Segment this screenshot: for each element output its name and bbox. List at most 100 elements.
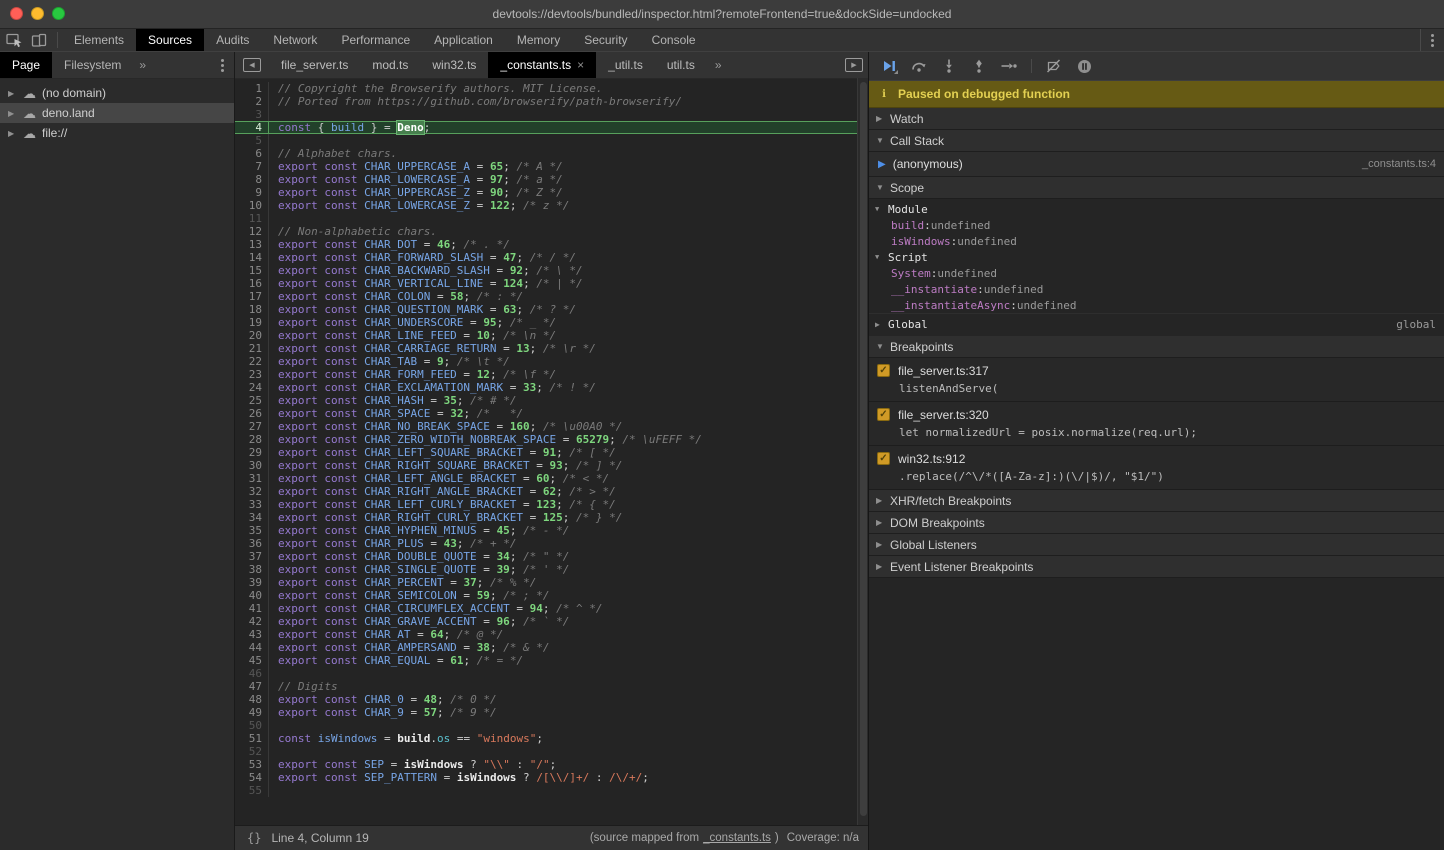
tab-application[interactable]: Application bbox=[422, 29, 505, 51]
breakpoint-location-row[interactable]: ✓file_server.ts:320 bbox=[869, 405, 1444, 424]
frame-location[interactable]: _constants.ts:4 bbox=[1362, 158, 1436, 170]
tree-item-deno-land[interactable]: ▶☁deno.land bbox=[0, 103, 234, 123]
gutter-line-number[interactable]: 9 bbox=[235, 186, 269, 199]
section-event-listener-breakpoints[interactable]: ▶Event Listener Breakpoints bbox=[869, 556, 1444, 578]
tree-item--no-domain-[interactable]: ▶☁(no domain) bbox=[0, 83, 234, 103]
scope-group-module[interactable]: ▼Module bbox=[869, 201, 1444, 217]
step-out-button[interactable] bbox=[969, 58, 989, 74]
step-over-button[interactable] bbox=[909, 58, 929, 74]
gutter-line-number[interactable]: 42 bbox=[235, 615, 269, 628]
gutter-line-number[interactable]: 3 bbox=[235, 108, 269, 121]
scope-property[interactable]: __instantiateAsync: undefined bbox=[869, 297, 1444, 313]
scope-property[interactable]: isWindows: undefined bbox=[869, 233, 1444, 249]
gutter-line-number[interactable]: 37 bbox=[235, 550, 269, 563]
close-tab-icon[interactable]: × bbox=[577, 58, 584, 72]
gutter-line-number[interactable]: 15 bbox=[235, 264, 269, 277]
gutter-line-number[interactable]: 45 bbox=[235, 654, 269, 667]
gutter-line-number[interactable]: 17 bbox=[235, 290, 269, 303]
tab-elements[interactable]: Elements bbox=[62, 29, 136, 51]
gutter-line-number[interactable]: 26 bbox=[235, 407, 269, 420]
gutter-line-number[interactable]: 46 bbox=[235, 667, 269, 680]
scope-group-global[interactable]: ▶Globalglobal bbox=[869, 313, 1444, 334]
step-into-button[interactable] bbox=[939, 58, 959, 74]
section-call-stack[interactable]: ▼ Call Stack bbox=[869, 130, 1444, 152]
tab-network[interactable]: Network bbox=[261, 29, 329, 51]
show-debugger-panel-button[interactable]: ▶ bbox=[845, 52, 869, 78]
gutter-line-number[interactable]: 13 bbox=[235, 238, 269, 251]
editor-tab-util-ts[interactable]: util.ts bbox=[655, 52, 707, 78]
scope-group-script[interactable]: ▼Script bbox=[869, 249, 1444, 265]
gutter-line-number[interactable]: 1 bbox=[235, 82, 269, 95]
tab-performance[interactable]: Performance bbox=[329, 29, 422, 51]
editor-tab--constants-ts[interactable]: _constants.ts× bbox=[488, 52, 596, 78]
tab-audits[interactable]: Audits bbox=[204, 29, 261, 51]
gutter-line-number[interactable]: 16 bbox=[235, 277, 269, 290]
scope-property[interactable]: __instantiate: undefined bbox=[869, 281, 1444, 297]
gutter-line-number[interactable]: 12 bbox=[235, 225, 269, 238]
navigator-tabs-overflow[interactable]: » bbox=[133, 52, 152, 78]
section-breakpoints[interactable]: ▼ Breakpoints bbox=[869, 336, 1444, 358]
editor-tab-win32-ts[interactable]: win32.ts bbox=[420, 52, 488, 78]
gutter-line-number[interactable]: 50 bbox=[235, 719, 269, 732]
breakpoint-location-row[interactable]: ✓win32.ts:912 bbox=[869, 449, 1444, 468]
gutter-line-number[interactable]: 51 bbox=[235, 732, 269, 745]
gutter-line-number[interactable]: 41 bbox=[235, 602, 269, 615]
gutter-line-number[interactable]: 36 bbox=[235, 537, 269, 550]
pretty-print-button[interactable]: {} bbox=[235, 831, 271, 845]
tree-item-file-[interactable]: ▶☁file:// bbox=[0, 123, 234, 143]
device-toolbar-icon[interactable] bbox=[31, 33, 47, 48]
breakpoint-code-snippet[interactable]: let normalizedUrl = posix.normalize(req.… bbox=[869, 424, 1444, 441]
pause-on-exceptions-button[interactable] bbox=[1074, 58, 1094, 74]
gutter-line-number[interactable]: 22 bbox=[235, 355, 269, 368]
gutter-line-number[interactable]: 18 bbox=[235, 303, 269, 316]
tab-memory[interactable]: Memory bbox=[505, 29, 572, 51]
gutter-line-number[interactable]: 54 bbox=[235, 771, 269, 784]
more-options[interactable] bbox=[1420, 29, 1444, 51]
inspect-element-icon[interactable] bbox=[6, 33, 23, 48]
breakpoint-code-snippet[interactable]: listenAndServe( bbox=[869, 380, 1444, 397]
navigator-tab-page[interactable]: Page bbox=[0, 52, 52, 78]
tab-security[interactable]: Security bbox=[572, 29, 639, 51]
gutter-line-number[interactable]: 35 bbox=[235, 524, 269, 537]
gutter-line-number[interactable]: 32 bbox=[235, 485, 269, 498]
gutter-line-number[interactable]: 47 bbox=[235, 680, 269, 693]
navigator-tab-filesystem[interactable]: Filesystem bbox=[52, 52, 133, 78]
gutter-line-number[interactable]: 52 bbox=[235, 745, 269, 758]
gutter-line-number[interactable]: 53 bbox=[235, 758, 269, 771]
gutter-line-number[interactable]: 28 bbox=[235, 433, 269, 446]
tab-console[interactable]: Console bbox=[640, 29, 708, 51]
gutter-line-number[interactable]: 33 bbox=[235, 498, 269, 511]
editor-tab-mod-ts[interactable]: mod.ts bbox=[360, 52, 420, 78]
gutter-line-number[interactable]: 6 bbox=[235, 147, 269, 160]
hide-navigator-button[interactable]: ◀ bbox=[235, 52, 269, 78]
editor-tab--util-ts[interactable]: _util.ts bbox=[596, 52, 655, 78]
navigator-more-options[interactable] bbox=[211, 52, 234, 78]
breakpoint-code-snippet[interactable]: .replace(/^\/*([A-Za-z]:)(\/|$)/, "$1/") bbox=[869, 468, 1444, 485]
resume-script-button[interactable] bbox=[879, 58, 899, 74]
gutter-line-number[interactable]: 5 bbox=[235, 134, 269, 147]
gutter-line-number[interactable]: 30 bbox=[235, 459, 269, 472]
gutter-line-number[interactable]: 11 bbox=[235, 212, 269, 225]
breakpoint-checkbox[interactable]: ✓ bbox=[877, 408, 890, 421]
zoom-window-button[interactable] bbox=[52, 7, 65, 20]
minimize-window-button[interactable] bbox=[31, 7, 44, 20]
breakpoint-checkbox[interactable]: ✓ bbox=[877, 364, 890, 377]
close-window-button[interactable] bbox=[10, 7, 23, 20]
section-scope[interactable]: ▼ Scope bbox=[869, 177, 1444, 199]
gutter-line-number[interactable]: 8 bbox=[235, 173, 269, 186]
source-mapped-link[interactable]: _constants.ts bbox=[703, 832, 771, 844]
scope-property[interactable]: build: undefined bbox=[869, 217, 1444, 233]
gutter-line-number[interactable]: 49 bbox=[235, 706, 269, 719]
gutter-line-number[interactable]: 21 bbox=[235, 342, 269, 355]
deactivate-breakpoints-button[interactable] bbox=[1044, 58, 1064, 74]
code-editor[interactable]: 1// Copyright the Browserify authors. MI… bbox=[235, 78, 857, 826]
gutter-line-number[interactable]: 38 bbox=[235, 563, 269, 576]
scrollbar-thumb[interactable] bbox=[860, 82, 867, 816]
scope-property[interactable]: System: undefined bbox=[869, 265, 1444, 281]
gutter-line-number[interactable]: 39 bbox=[235, 576, 269, 589]
selected-token[interactable]: Deno bbox=[397, 121, 424, 134]
gutter-line-number[interactable]: 40 bbox=[235, 589, 269, 602]
gutter-line-number[interactable]: 43 bbox=[235, 628, 269, 641]
section-dom-breakpoints[interactable]: ▶DOM Breakpoints bbox=[869, 512, 1444, 534]
gutter-line-number[interactable]: 7 bbox=[235, 160, 269, 173]
